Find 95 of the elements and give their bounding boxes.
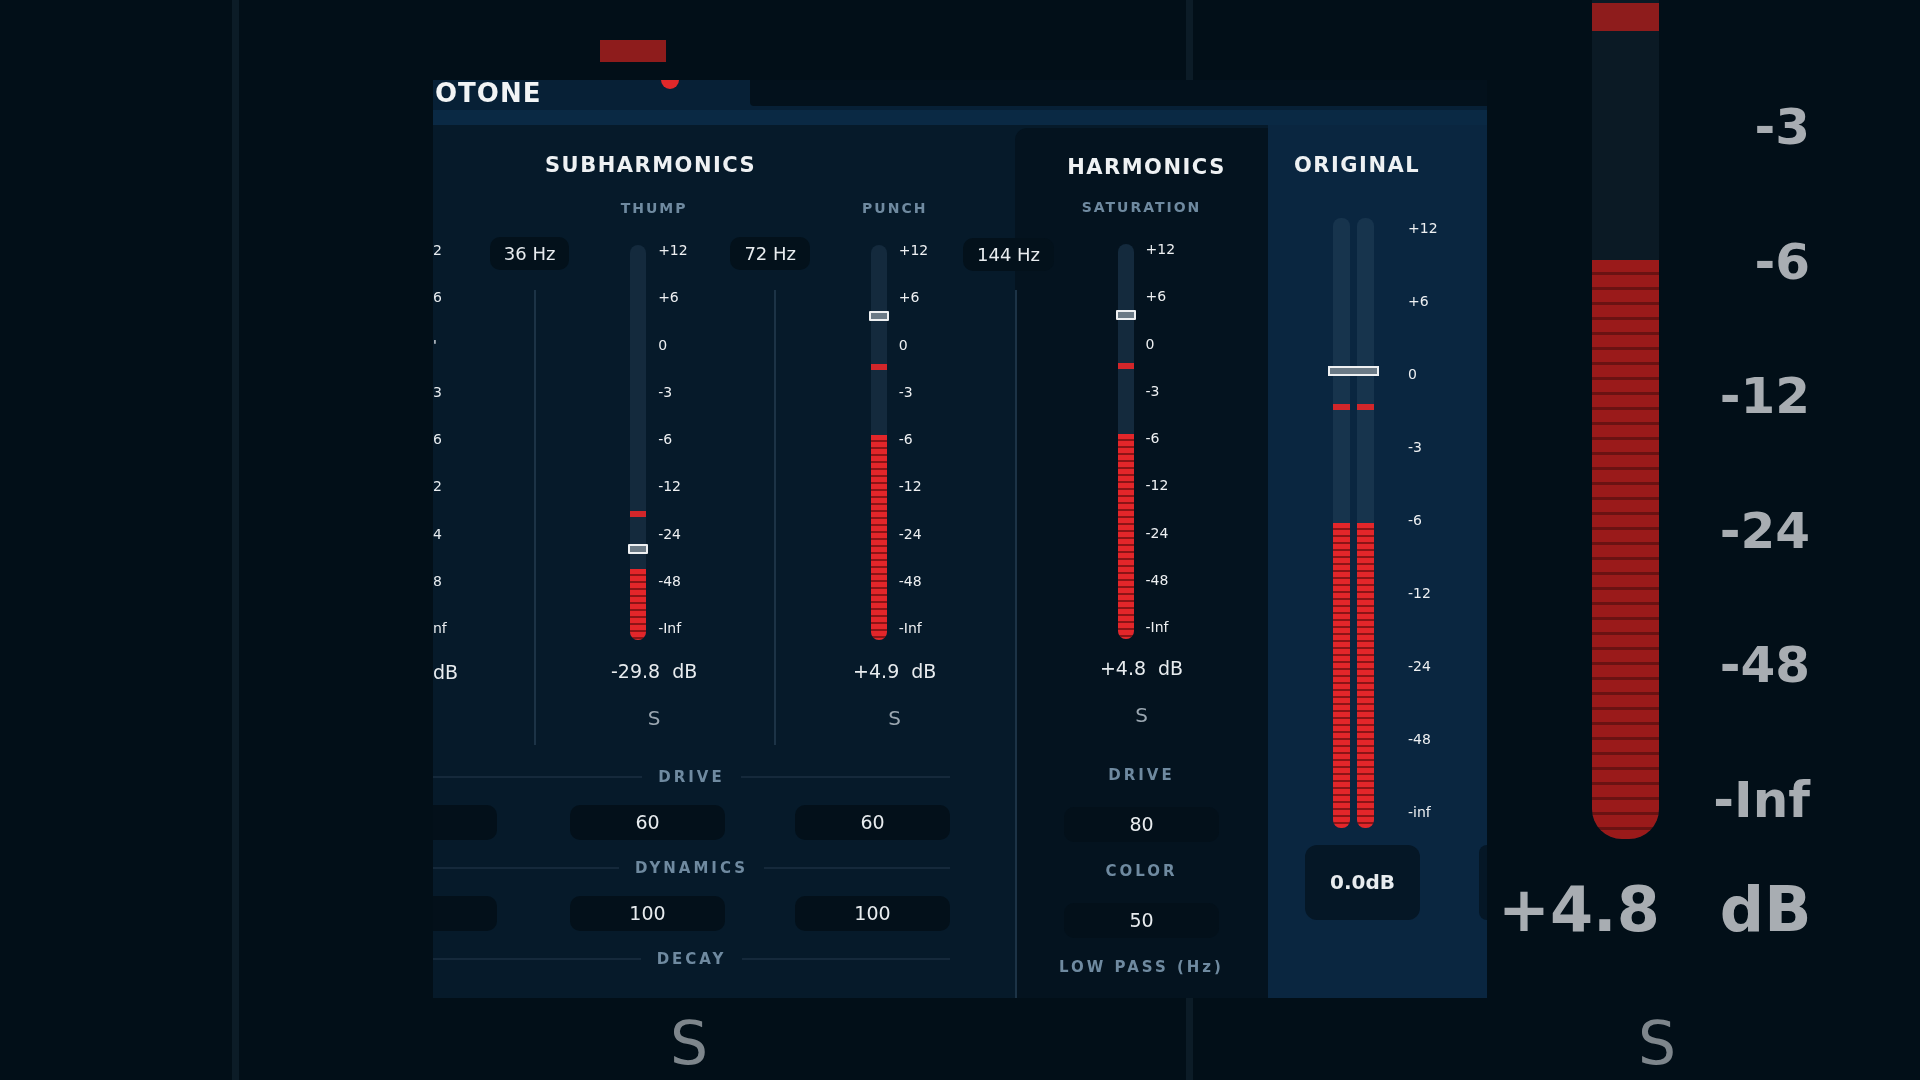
level-readout: +4.8 (1498, 872, 1660, 948)
band-label: SATURATION (1081, 198, 1202, 217)
band-label: THUMP (620, 199, 688, 218)
crossover-frequency[interactable]: 144 Hz (963, 238, 1055, 271)
scale-label: -48 (1719, 638, 1810, 693)
crossover-frequency[interactable]: 72 Hz (730, 237, 811, 270)
control-label: DECAY (656, 949, 727, 970)
solo-button[interactable]: S (888, 707, 902, 729)
scale-label: +12 (898, 242, 930, 258)
scale-label: -3 (658, 383, 674, 400)
scale-label: 4 (433, 525, 443, 542)
solo-label: S (1638, 1010, 1677, 1076)
scale-label: +12 (1145, 241, 1177, 257)
scale-label: -24 (898, 525, 923, 542)
level-readout: +4.8 (1099, 657, 1146, 679)
scale-label: 3 (433, 383, 443, 400)
unit-label: dB (911, 660, 937, 682)
scale-label: -6 (898, 431, 914, 447)
control-label: DRIVE (1108, 765, 1175, 786)
scale-label: -3 (1754, 100, 1810, 154)
scale-label: -Inf (1145, 619, 1170, 635)
scale-label: +6 (898, 289, 921, 306)
scale-label: -24 (658, 525, 682, 542)
meter-peak (600, 40, 666, 62)
scale-label: -inf (1408, 804, 1432, 820)
crossover-frequency[interactable]: 36 Hz (489, 237, 570, 270)
scale-label: -24 (1719, 503, 1810, 558)
scale-label: -12 (898, 478, 923, 495)
indicator-icon (661, 80, 680, 89)
scale-label: 0 (898, 336, 909, 353)
unit-label: dB (672, 660, 698, 682)
scale-label: +12 (1408, 220, 1439, 236)
scale-label: ' (433, 336, 438, 353)
unit-label: dB (1158, 657, 1184, 679)
scale-label: -12 (658, 478, 682, 495)
scale-label: nf (433, 620, 447, 636)
scale-label: -Inf (898, 620, 923, 636)
solo-button[interactable]: S (1135, 704, 1148, 726)
unit-label: dB (433, 661, 459, 683)
scale-label: -12 (1719, 369, 1810, 424)
scale-label: -Inf (658, 620, 683, 636)
section-title: SUBHARMONICS (545, 152, 757, 179)
scale-label: -48 (658, 572, 682, 589)
scale-label: -Inf (1713, 772, 1810, 827)
scale-label: -24 (1145, 524, 1170, 541)
scale-label: -48 (898, 572, 923, 589)
logo: OTONE (435, 80, 542, 106)
value-field[interactable]: 100 (795, 896, 950, 931)
section-title: ORIGINAL (1293, 152, 1422, 179)
scale-label: -3 (1145, 382, 1161, 399)
scale-label: 8 (433, 572, 443, 589)
output-gain-field[interactable]: 0.0dB (1305, 845, 1420, 920)
scale-label: +12 (658, 242, 689, 258)
scale-label: +6 (1145, 288, 1168, 305)
scale-label: -3 (898, 383, 914, 400)
scale-label: +6 (1408, 293, 1430, 309)
value-field[interactable]: 80 (1064, 807, 1219, 842)
level-readout: -29.8 (611, 660, 661, 682)
control-label: DYNAMICS (635, 858, 748, 879)
control-label: LOW PASS (Hz) (1059, 957, 1224, 978)
scale-label: -6 (658, 431, 674, 447)
value-field[interactable] (1479, 845, 1487, 920)
scale-label: -12 (1145, 477, 1170, 494)
scale-label: 0 (658, 336, 669, 353)
scale-label: -6 (1145, 430, 1161, 446)
scale-label: -48 (1408, 731, 1432, 747)
scale-label: 2 (433, 242, 443, 258)
scale-label: -24 (1408, 658, 1432, 674)
fader-handle[interactable] (1328, 365, 1379, 376)
fader-handle[interactable] (1115, 310, 1136, 321)
value-field[interactable]: 50 (1064, 903, 1219, 938)
control-label: COLOR (1105, 861, 1178, 882)
scale-label: 6 (433, 289, 443, 306)
level-readout: +4.9 (853, 660, 900, 682)
scale-label: 2 (433, 478, 443, 495)
scale-label: -6 (1754, 234, 1810, 289)
scale-label: 6 (433, 431, 443, 447)
scale-label: 0 (1408, 366, 1418, 382)
value-field[interactable]: 100 (570, 896, 725, 931)
solo-label: S (670, 1010, 709, 1076)
scale-label: -3 (1408, 439, 1423, 455)
scale-label: -48 (1145, 571, 1170, 588)
section-title: HARMONICS (1066, 154, 1226, 181)
fader-handle[interactable] (868, 311, 889, 322)
scale-label: -6 (1408, 512, 1423, 528)
value-field[interactable]: 60 (570, 805, 725, 840)
unit-label: dB (1719, 872, 1812, 948)
solo-button[interactable]: S (647, 707, 661, 729)
control-label: DRIVE (658, 767, 725, 788)
value-field[interactable]: 60 (795, 805, 950, 840)
scale-label: 0 (1145, 335, 1156, 352)
band-label: PUNCH (862, 199, 928, 218)
fader-handle[interactable] (628, 544, 649, 555)
scale-label: -12 (1408, 585, 1432, 601)
scale-label: +6 (658, 289, 680, 306)
